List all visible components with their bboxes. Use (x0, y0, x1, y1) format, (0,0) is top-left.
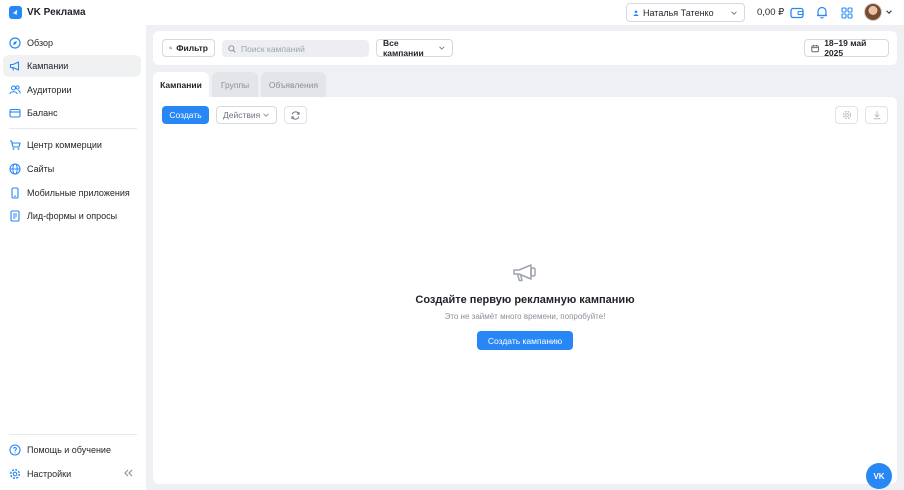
app-logo[interactable]: VK Реклама (9, 6, 86, 19)
globe-icon (9, 163, 21, 175)
main-panel (153, 97, 897, 484)
gear-icon (842, 110, 851, 120)
empty-state-title: Создайте первую рекламную кампанию (415, 294, 635, 306)
sidebar-item-campaigns[interactable]: Кампании (3, 55, 141, 77)
account-name: Наталья Татенко (643, 7, 714, 18)
refresh-button[interactable] (284, 106, 307, 124)
create-button-label: Создать (169, 110, 202, 120)
search-input[interactable] (241, 43, 361, 54)
tab-campaigns[interactable]: Кампании (153, 72, 209, 97)
sidebar-item-mobile-apps[interactable]: Мобильные приложения (3, 182, 141, 204)
sidebar-divider (9, 128, 137, 129)
wallet-icon (9, 107, 21, 119)
tab-ads[interactable]: Объявления (261, 72, 326, 97)
tab-groups[interactable]: Группы (212, 72, 258, 97)
search-box[interactable] (222, 40, 369, 57)
collapse-sidebar-icon[interactable] (122, 467, 134, 479)
phone-icon (9, 187, 21, 199)
users-icon (9, 84, 21, 96)
empty-state-subtitle: Это не займёт много времени, попробуйте! (444, 312, 606, 321)
download-button[interactable] (865, 106, 888, 124)
campaigns-select-value: Все кампании (383, 38, 424, 58)
tab-label: Группы (220, 79, 250, 90)
balance-amount[interactable]: 0,00 ₽ (757, 7, 784, 18)
date-range-value: 18–19 май 2025 (824, 38, 867, 58)
account-select[interactable]: Наталья Татенко (626, 3, 745, 22)
refresh-icon (291, 110, 300, 120)
chevron-down-icon (731, 10, 737, 15)
sidebar-divider (9, 434, 137, 435)
sidebar-item-label: Обзор (27, 38, 53, 48)
create-campaign-button[interactable]: Создать кампанию (477, 331, 573, 350)
sidebar-item-settings[interactable]: Настройки (3, 463, 141, 485)
tab-label: Кампании (160, 79, 202, 90)
filter-button[interactable]: Фильтр (162, 39, 215, 57)
date-range-picker[interactable]: 18–19 май 2025 (804, 38, 889, 58)
vk-chat-button[interactable]: VK (866, 463, 892, 489)
sidebar-item-lead-forms[interactable]: Лид-формы и опросы (3, 205, 141, 227)
actions-dropdown[interactable]: Действия (216, 106, 277, 124)
megaphone-icon (513, 264, 536, 282)
campaigns-select[interactable]: Все кампании (376, 38, 453, 58)
tab-label: Объявления (268, 79, 319, 90)
sidebar-item-label: Сайты (27, 164, 55, 174)
cart-icon (9, 139, 21, 151)
compass-icon (9, 37, 21, 49)
sidebar-item-label: Настройки (27, 469, 72, 479)
vk-logo-icon (9, 6, 22, 19)
create-button[interactable]: Создать (162, 106, 209, 124)
sidebar-item-overview[interactable]: Обзор (3, 32, 141, 54)
sidebar-item-label: Мобильные приложения (27, 188, 130, 198)
sidebar-item-label: Центр коммерции (27, 140, 102, 150)
bell-icon[interactable] (814, 5, 829, 20)
user-avatar[interactable] (864, 3, 882, 21)
chevron-down-icon (263, 113, 269, 117)
table-settings-button[interactable] (835, 106, 858, 124)
person-icon (633, 9, 639, 16)
app-name: VK Реклама (27, 7, 86, 18)
vk-icon: VK (873, 471, 885, 481)
sidebar-item-label: Аудитории (27, 85, 72, 95)
sidebar-item-label: Кампании (27, 61, 69, 71)
sidebar-item-balance[interactable]: Баланс (3, 102, 141, 124)
sidebar-item-commerce[interactable]: Центр коммерции (3, 134, 141, 156)
apps-grid-icon[interactable] (839, 5, 854, 20)
megaphone-icon (9, 60, 21, 72)
gear-icon (9, 468, 21, 480)
sidebar-item-label: Помощь и обучение (27, 445, 111, 455)
sidebar-item-audiences[interactable]: Аудитории (3, 79, 141, 101)
filter-icon (169, 46, 173, 50)
form-icon (9, 210, 21, 222)
actions-label: Действия (223, 110, 261, 120)
help-icon (9, 444, 21, 456)
sidebar-item-sites[interactable]: Сайты (3, 158, 141, 180)
search-icon (228, 44, 236, 53)
create-campaign-label: Создать кампанию (487, 335, 563, 346)
chevron-down-icon (439, 46, 445, 50)
wallet-icon[interactable] (789, 5, 804, 20)
calendar-icon (811, 44, 819, 52)
sidebar-item-label: Баланс (27, 108, 58, 118)
sidebar-item-help[interactable]: Помощь и обучение (3, 439, 141, 461)
chevron-down-icon[interactable] (885, 8, 893, 16)
download-icon (873, 111, 880, 120)
filter-label: Фильтр (176, 43, 208, 53)
sidebar-item-label: Лид-формы и опросы (27, 211, 118, 221)
